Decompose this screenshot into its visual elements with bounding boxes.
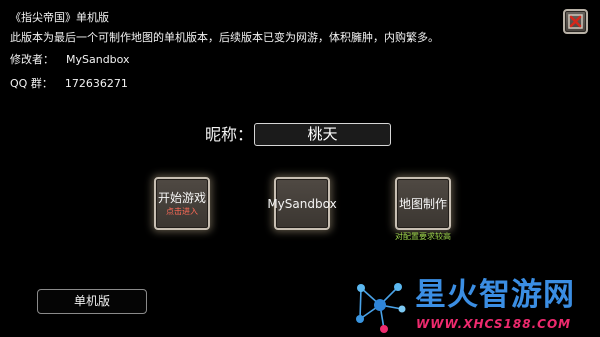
map-editor-hint: 对配置要求较高 <box>395 232 451 241</box>
close-x-icon <box>568 14 583 29</box>
mysandbox-button[interactable]: MySandbox <box>267 177 337 230</box>
map-editor-button[interactable]: 地图制作 <box>395 177 451 230</box>
watermark-title: 星火智游网 <box>415 277 575 313</box>
close-button[interactable] <box>563 9 588 34</box>
start-game-button[interactable]: 开始游戏 点击进入 <box>154 177 210 230</box>
watermark-url: WWW.XHCS188.COM <box>416 317 572 331</box>
qq-value: 172636271 <box>64 77 128 90</box>
author-value: MySandbox <box>66 53 130 66</box>
map-editor-label: 地图制作 <box>398 196 447 211</box>
author-label: 修改者： <box>10 53 54 66</box>
qq-label: QQ 群： <box>10 77 53 90</box>
mysandbox-label: MySandbox <box>267 196 337 211</box>
qq-row: QQ 群： 172636271 <box>10 77 128 91</box>
single-player-button[interactable]: 单机版 <box>37 289 147 314</box>
start-game-hint: 点击进入 <box>166 206 198 216</box>
nickname-label: 昵称： <box>205 125 254 144</box>
author-row: 修改者： MySandbox <box>10 53 130 67</box>
start-game-label: 开始游戏 <box>157 190 206 205</box>
game-title: 《指尖帝国》单机版 <box>10 11 109 24</box>
nickname-input[interactable]: 桃天 <box>254 123 391 146</box>
watermark: 星火智游网 WWW.XHCS188.COM <box>348 275 600 337</box>
version-description: 此版本为最后一个可制作地图的单机版本，后续版本已变为网游，体积臃肿，内购繁多。 <box>10 31 439 44</box>
watermark-logo-icon <box>356 283 406 333</box>
